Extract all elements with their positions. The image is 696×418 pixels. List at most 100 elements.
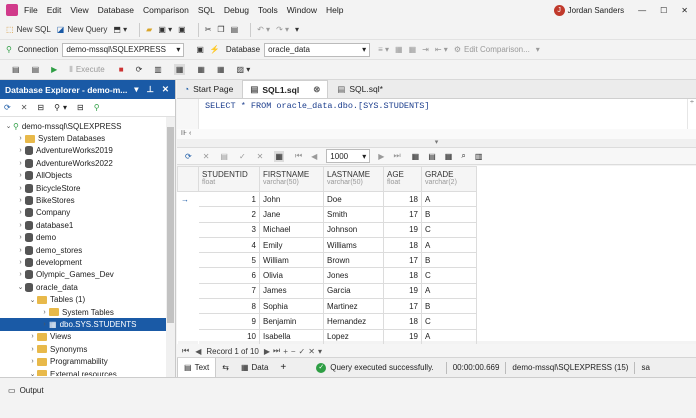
delete-record-icon[interactable]: − — [291, 347, 296, 356]
chevron-right-icon[interactable]: › — [40, 309, 49, 316]
table-row[interactable]: 8 Sophia Martinez 17 B — [177, 298, 477, 315]
tree-node[interactable]: › ▦ dbo.SYS.STUDENTS — [0, 318, 166, 331]
save-button[interactable]: ▣ ▾ — [158, 25, 172, 34]
tree-node[interactable]: › database1 — [0, 219, 166, 231]
chevron-right-icon[interactable]: › — [16, 185, 25, 192]
table-cell[interactable]: A — [421, 236, 477, 254]
menu-item-file[interactable]: File — [24, 5, 38, 15]
table-cell[interactable]: 8 — [198, 298, 260, 315]
add-record-icon[interactable]: + — [283, 347, 288, 356]
table-cell[interactable]: 9 — [198, 313, 260, 330]
table-cell[interactable]: Williams — [323, 236, 384, 254]
maximize-button[interactable]: ☐ — [660, 6, 667, 15]
last-page-icon[interactable]: ⏭ — [393, 151, 400, 161]
new-query-button[interactable]: ◪ New Query — [57, 25, 108, 34]
chevron-down-icon[interactable]: ⌄ — [4, 122, 13, 130]
export-icon[interactable]: ▥ — [475, 152, 483, 161]
chevron-right-icon[interactable]: › — [16, 234, 25, 241]
tree-node[interactable]: › Programmability — [0, 355, 166, 367]
table-cell[interactable]: 7 — [198, 282, 260, 300]
chevron-down-icon[interactable]: ⌄ — [28, 296, 37, 304]
table-row[interactable]: 9 Benjamin Hernandez 18 C — [177, 313, 477, 330]
close-tab-icon[interactable]: ⊗ — [313, 84, 320, 95]
database-select[interactable]: oracle_data ▾ — [264, 42, 371, 57]
last-record-icon[interactable]: ⏭ — [273, 346, 280, 356]
grid-mode-button[interactable]: ▦ — [173, 64, 186, 75]
table-cell[interactable]: Emily — [259, 236, 324, 254]
tree-node[interactable]: › Views — [0, 331, 166, 343]
table-cell[interactable]: 1 — [198, 190, 260, 208]
change-connection-button[interactable]: ⚡ — [210, 45, 220, 54]
menu-item-help[interactable]: Help — [326, 5, 343, 15]
chevron-right-icon[interactable]: › — [28, 346, 37, 353]
chevron-right-icon[interactable]: › — [16, 197, 25, 204]
prev-record-icon[interactable]: ◀ — [195, 347, 201, 356]
tree-node[interactable]: ⌄ Tables (1) — [0, 293, 166, 305]
close-icon[interactable]: ✕ — [162, 84, 169, 95]
cancel-record-icon[interactable]: ✕ — [308, 347, 315, 356]
table-row[interactable]: 2 Jane Smith 17 B — [177, 206, 477, 223]
cut-button[interactable]: ✂ — [205, 25, 212, 34]
uncomment-button[interactable]: ▦ — [409, 45, 417, 54]
table-cell[interactable]: Michael — [259, 221, 324, 238]
next-page-icon[interactable]: ▶ — [378, 152, 384, 161]
card-view-icon[interactable]: ▦ — [445, 152, 453, 161]
connection-select[interactable]: demo-mssql\SQLEXPRESS ▾ — [62, 42, 185, 57]
new-sql-button[interactable]: ⬚ New SQL — [6, 25, 51, 34]
chevron-right-icon[interactable]: › — [16, 172, 25, 179]
toolbar-options-button[interactable]: ▾ — [536, 45, 540, 54]
chevron-right-icon[interactable]: › — [16, 247, 25, 254]
prev-page-icon[interactable]: ◀ — [311, 152, 317, 161]
disconnect-button[interactable]: ▣ — [196, 45, 204, 54]
menu-item-comparison[interactable]: Comparison — [143, 5, 189, 15]
execute-to-cursor-button[interactable]: ▤ — [32, 65, 40, 74]
table-cell[interactable]: 5 — [198, 252, 260, 269]
splitter-handle[interactable]: ▾ — [177, 139, 696, 147]
chevron-right-icon[interactable]: › — [16, 222, 25, 229]
chevron-right-icon[interactable]: › — [40, 321, 49, 328]
new-connection-icon[interactable]: ⚲ — [94, 103, 100, 112]
toolbar-options-button[interactable]: ▾ — [295, 25, 299, 34]
column-header[interactable]: FIRSTNAME varchar(50) — [259, 166, 324, 192]
table-cell[interactable]: Olivia — [259, 267, 324, 284]
table-cell[interactable]: 18 — [383, 267, 422, 284]
table-cell[interactable]: John — [259, 190, 324, 208]
chevron-right-icon[interactable]: › — [16, 147, 25, 154]
first-page-icon[interactable]: ⏮ — [295, 151, 302, 161]
table-row[interactable]: 10 Isabella Lopez 19 A — [177, 328, 477, 345]
tree-node[interactable]: › System Databases — [0, 132, 166, 144]
chevron-right-icon[interactable]: › — [28, 333, 37, 340]
table-cell[interactable]: 17 — [383, 298, 422, 315]
redo-button[interactable]: ↷ ▾ — [276, 25, 289, 34]
table-cell[interactable]: C — [421, 267, 477, 284]
scrollbar-thumb[interactable] — [167, 127, 174, 323]
menu-item-tools[interactable]: Tools — [258, 5, 278, 15]
data-tab[interactable]: ▦ Data — [235, 358, 274, 377]
column-header[interactable]: LASTNAME varchar(50) — [323, 166, 384, 192]
table-cell[interactable]: 4 — [198, 236, 260, 254]
refresh-icon[interactable]: ⟳ — [4, 103, 11, 112]
format-button[interactable]: ≡ ▾ — [378, 45, 389, 54]
user-avatar[interactable]: J — [553, 4, 565, 16]
apply-icon[interactable]: ✓ — [239, 152, 246, 161]
copy-button[interactable]: ❐ — [217, 25, 224, 34]
table-cell[interactable]: 18 — [383, 190, 422, 208]
chevron-right-icon[interactable]: › — [16, 259, 25, 266]
table-cell[interactable]: Lopez — [323, 328, 384, 345]
layout-button[interactable]: ▥ — [154, 65, 162, 74]
chevron-right-icon[interactable]: › — [16, 160, 25, 167]
table-cell[interactable]: Garcia — [323, 282, 384, 300]
execute-button[interactable]: ⦀ Execute — [69, 65, 104, 75]
tree-node[interactable]: › AdventureWorks2019 — [0, 145, 166, 157]
dropdown-icon[interactable]: ▾ — [134, 84, 138, 95]
tree-node[interactable]: ⌄ External resources — [0, 368, 166, 376]
table-cell[interactable]: A — [421, 190, 477, 208]
find-icon[interactable]: ⌕ — [461, 151, 465, 161]
text-tab[interactable]: ▤ Text — [177, 358, 217, 377]
tree-node[interactable]: › AdventureWorks2022 — [0, 157, 166, 169]
tree-node[interactable]: ⌄ ⚲ demo-mssql\SQLEXPRESS — [0, 120, 166, 132]
table-cell[interactable]: William — [259, 252, 324, 269]
tree-node[interactable]: › Olympic_Games_Dev — [0, 269, 166, 281]
chevron-down-icon[interactable]: ⌄ — [28, 370, 37, 376]
column-header[interactable]: GRADE varchar(2) — [421, 166, 477, 192]
